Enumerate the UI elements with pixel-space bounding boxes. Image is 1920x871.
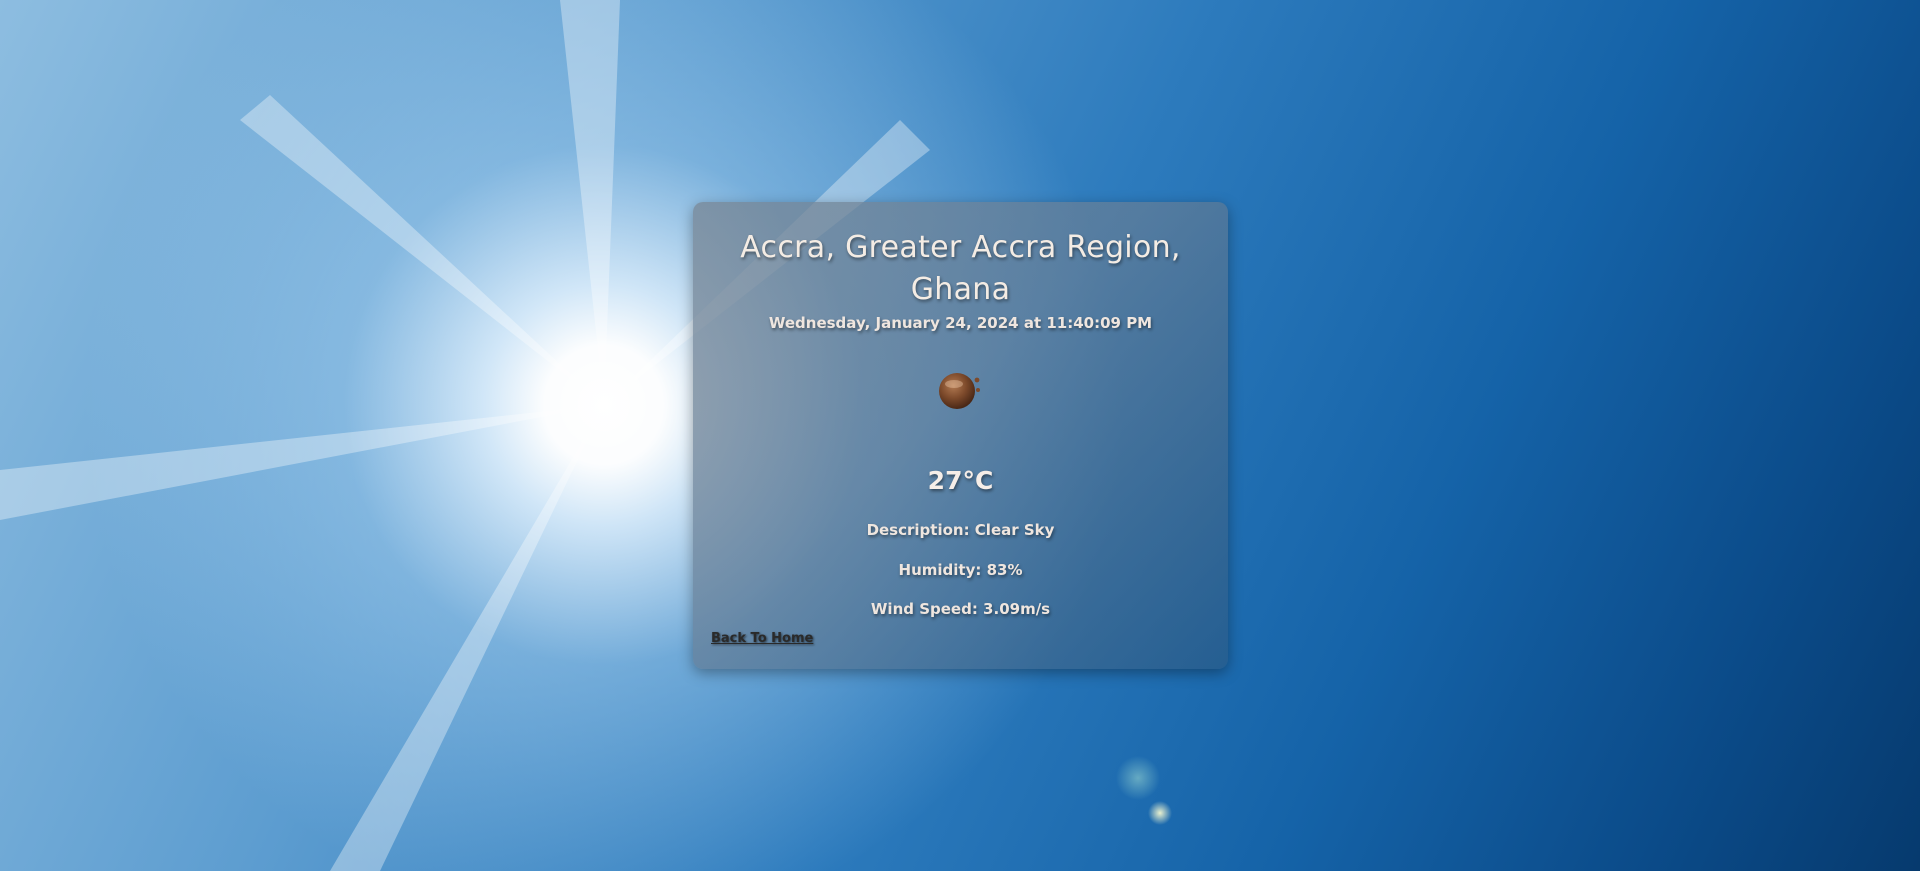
weather-description: Description: Clear Sky [866,521,1055,539]
location-title: Accra, Greater Accra Region, Ghana [740,230,1181,307]
date-time: Wednesday, January 24, 2024 at 11:40:09 … [768,314,1153,332]
weather-card: Accra, Greater Accra Region, Ghana Wedne… [693,202,1228,669]
humidity: Humidity: 83% [898,561,1023,579]
temperature: 27°C [927,466,994,495]
clear-night-moon-icon [936,365,986,411]
wind-speed: Wind Speed: 3.09m/s [870,600,1051,618]
back-to-home-link[interactable]: Back To Home [711,631,813,646]
